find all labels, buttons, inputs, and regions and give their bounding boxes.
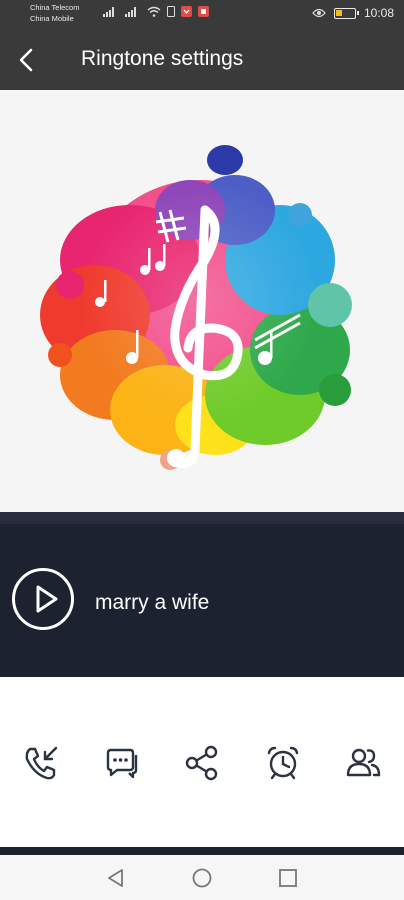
carrier-2: China Mobile [30,14,74,23]
ringtone-artwork [0,90,404,512]
incoming-call-icon [25,746,58,780]
wifi-icon [147,6,161,17]
share-icon [185,745,218,781]
nav-home-icon [192,868,212,888]
nav-recents-icon [279,869,297,887]
alarm-clock-icon [267,746,299,780]
nav-back-button[interactable] [105,867,127,889]
sim-icon [167,6,175,17]
play-button[interactable] [12,568,74,630]
set-contact-ringtone-button[interactable] [344,743,384,783]
carrier-names: China Telecom China Mobile [30,2,79,24]
colorful-treble-clef-splash-image [40,145,352,470]
page-title: Ringtone settings [81,47,244,70]
eye-icon [312,8,326,18]
chevron-left-icon [19,48,33,72]
status-icons-right: 10:08 [312,6,394,20]
song-title: marry a wife [95,591,210,614]
player-divider [0,512,404,524]
status-bar: China Telecom China Mobile 10:08 [0,0,404,30]
app-notification-icon [181,6,192,17]
app-notification-icon-2 [198,6,209,17]
nav-recents-button[interactable] [277,867,299,889]
signal-icon [103,6,114,17]
system-navigation-bar [0,855,404,900]
bottom-divider [0,847,404,855]
set-call-ringtone-button[interactable] [22,743,62,783]
status-time: 10:08 [363,6,394,20]
status-icons-left [103,6,209,17]
set-message-tone-button[interactable] [102,743,142,783]
nav-back-icon [108,869,123,887]
nav-home-button[interactable] [191,867,213,889]
battery-icon [333,7,359,19]
app-header: Ringtone settings [0,30,404,90]
play-icon [36,585,58,613]
share-button[interactable] [182,743,222,783]
ringtone-actions [0,677,404,847]
ringtone-player: marry a wife [0,512,404,677]
signal-icon-2 [125,6,136,17]
set-alarm-tone-button[interactable] [263,743,303,783]
carrier-1: China Telecom [30,3,80,12]
back-button[interactable] [14,46,38,74]
contacts-icon [346,748,381,777]
message-bubble-icon [106,748,138,779]
